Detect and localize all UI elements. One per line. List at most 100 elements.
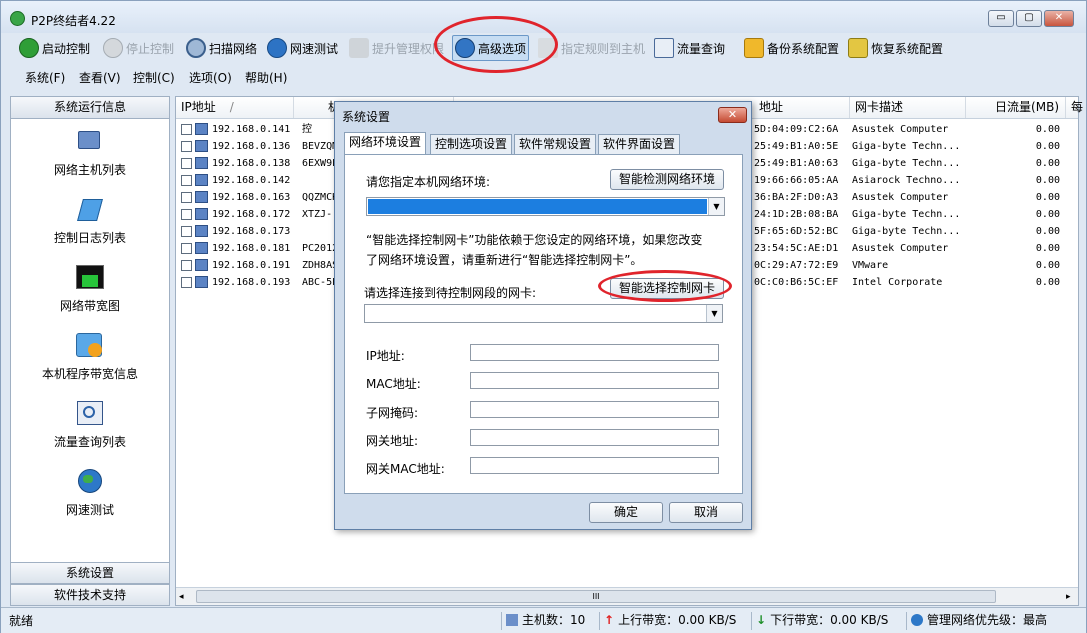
menu-control[interactable]: 控制(C) bbox=[133, 69, 175, 86]
mac-field[interactable] bbox=[470, 372, 719, 389]
tab-interface[interactable]: 软件界面设置 bbox=[598, 134, 681, 154]
scroll-thumb[interactable]: III bbox=[196, 590, 996, 603]
row-checkbox[interactable] bbox=[181, 209, 192, 220]
row-checkbox[interactable] bbox=[181, 226, 192, 237]
dropdown-arrow-icon[interactable]: ▼ bbox=[708, 198, 724, 215]
sidebar-item-label: 网络主机列表 bbox=[53, 163, 126, 177]
priority-globe-icon bbox=[911, 614, 923, 626]
cell-mac: 0C:29:A7:72:E9 bbox=[754, 260, 839, 271]
row-checkbox[interactable] bbox=[181, 175, 192, 186]
cell-traffic: 0.00 bbox=[1035, 175, 1060, 186]
up-arrow-icon: ↑ bbox=[604, 613, 615, 627]
nic-select[interactable]: ▼ bbox=[364, 304, 723, 323]
sidebar-item-label: 网络带宽图 bbox=[59, 299, 120, 313]
sidebar-item-label: 控制日志列表 bbox=[53, 231, 126, 245]
minimize-button[interactable]: ▭ bbox=[988, 10, 1014, 27]
mac-label: MAC地址: bbox=[366, 377, 421, 391]
toolbar-label: 流量查询 bbox=[677, 41, 726, 56]
computer-icon bbox=[195, 174, 208, 186]
start-control-button[interactable]: 启动控制 bbox=[17, 35, 92, 61]
cell-ip: 192.168.0.191 bbox=[212, 260, 291, 271]
scroll-left-arrow[interactable]: ◂ bbox=[179, 592, 184, 602]
cell-nic: Giga-byte Techn... bbox=[852, 226, 961, 237]
elevate-privilege-button[interactable]: 提升管理权限 bbox=[347, 35, 446, 61]
ip-field[interactable] bbox=[470, 344, 719, 361]
row-checkbox[interactable] bbox=[181, 192, 192, 203]
row-checkbox[interactable] bbox=[181, 141, 192, 152]
cell-ip: 192.168.0.138 bbox=[212, 158, 291, 169]
row-checkbox[interactable] bbox=[181, 243, 192, 254]
cancel-button[interactable]: 取消 bbox=[669, 502, 743, 523]
computer-icon bbox=[195, 225, 208, 237]
menu-view[interactable]: 查看(V) bbox=[79, 69, 121, 86]
row-checkbox[interactable] bbox=[181, 260, 192, 271]
ok-button[interactable]: 确定 bbox=[589, 502, 663, 523]
cell-nic: VMware bbox=[852, 260, 889, 271]
sidebar-footer-settings[interactable]: 系统设置 bbox=[11, 562, 169, 584]
dialog-close-button[interactable]: ✕ bbox=[718, 107, 747, 123]
sidebar-item-traffic-list[interactable]: 流量查询列表 bbox=[11, 399, 169, 450]
cell-ip: 192.168.0.193 bbox=[212, 277, 291, 288]
stop-icon bbox=[103, 38, 123, 58]
tab-network-env[interactable]: 网络环境设置 bbox=[344, 132, 427, 155]
cell-nic: Giga-byte Techn... bbox=[852, 158, 961, 169]
sidebar-item-speed-test[interactable]: 网速测试 bbox=[11, 467, 169, 518]
cell-nic: Asustek Computer bbox=[852, 243, 949, 254]
column-more[interactable]: 每 bbox=[1066, 97, 1083, 118]
gateway-field[interactable] bbox=[470, 429, 719, 446]
cell-ip: 192.168.0.136 bbox=[212, 141, 291, 152]
sidebar-item-host-list[interactable]: 网络主机列表 bbox=[11, 127, 169, 178]
column-mac[interactable]: 地址 bbox=[754, 97, 850, 118]
check-icon bbox=[19, 38, 39, 58]
horizontal-scrollbar[interactable]: ◂ III ▸ bbox=[176, 587, 1078, 605]
detect-network-button[interactable]: 智能检测网络环境 bbox=[610, 169, 724, 190]
status-priority: 管理网络优先级：最高 bbox=[906, 612, 1047, 630]
column-daily-traffic[interactable]: 日流量(MB) bbox=[966, 97, 1066, 118]
sidebar-item-control-log[interactable]: 控制日志列表 bbox=[11, 195, 169, 246]
column-ip[interactable]: IP地址 / bbox=[176, 97, 294, 118]
network-env-select[interactable]: ▼ bbox=[366, 197, 725, 216]
cell-ip: 192.168.0.173 bbox=[212, 226, 291, 237]
restore-config-button[interactable]: 恢复系统配置 bbox=[846, 35, 945, 61]
status-upload: ↑ 上行带宽：0.00 KB/S bbox=[599, 612, 736, 630]
backup-config-button[interactable]: 备份系统配置 bbox=[742, 35, 841, 61]
gateway-mac-field[interactable] bbox=[470, 457, 719, 474]
row-checkbox[interactable] bbox=[181, 277, 192, 288]
computer-icon bbox=[195, 276, 208, 288]
subnet-field[interactable] bbox=[470, 401, 719, 418]
computer-icon bbox=[195, 123, 208, 135]
menu-system[interactable]: 系统(F) bbox=[25, 69, 65, 86]
scroll-right-arrow[interactable]: ▸ bbox=[1066, 592, 1071, 602]
sidebar-footer-support[interactable]: 软件技术支持 bbox=[11, 584, 169, 606]
row-checkbox[interactable] bbox=[181, 158, 192, 169]
cell-traffic: 0.00 bbox=[1035, 192, 1060, 203]
cell-traffic: 0.00 bbox=[1035, 209, 1060, 220]
cell-ip: 192.168.0.142 bbox=[212, 175, 291, 186]
traffic-list-icon bbox=[74, 399, 106, 429]
cell-traffic: 0.00 bbox=[1035, 124, 1060, 135]
computer-icon bbox=[195, 157, 208, 169]
scan-network-button[interactable]: 扫描网络 bbox=[184, 35, 259, 61]
menu-help[interactable]: 帮助(H) bbox=[245, 69, 287, 86]
traffic-query-button[interactable]: 流量查询 bbox=[652, 35, 727, 61]
close-button[interactable]: ✕ bbox=[1044, 10, 1074, 27]
speed-test-button[interactable]: 网速测试 bbox=[265, 35, 340, 61]
tab-control-options[interactable]: 控制选项设置 bbox=[430, 134, 513, 154]
sidebar-item-program-bandwidth[interactable]: 本机程序带宽信息 bbox=[11, 331, 169, 382]
menu-options[interactable]: 选项(O) bbox=[189, 69, 232, 86]
dropdown-arrow-icon[interactable]: ▼ bbox=[706, 305, 722, 322]
nic-label: 请选择连接到待控制网段的网卡: bbox=[364, 286, 537, 300]
sidebar-item-bandwidth-chart[interactable]: 网络带宽图 bbox=[11, 263, 169, 314]
sidebar-item-label: 本机程序带宽信息 bbox=[41, 367, 138, 381]
row-checkbox[interactable] bbox=[181, 124, 192, 135]
column-nic[interactable]: 网卡描述 bbox=[850, 97, 966, 118]
maximize-button[interactable]: ▢ bbox=[1016, 10, 1042, 27]
shield-icon bbox=[349, 38, 369, 58]
bandwidth-chart-icon bbox=[74, 263, 106, 293]
menu-bar: 系统(F) 查看(V) 控制(C) 选项(O) 帮助(H) bbox=[9, 65, 1080, 89]
stop-control-button[interactable]: 停止控制 bbox=[101, 35, 176, 61]
env-label: 请您指定本机网络环境: bbox=[366, 175, 491, 189]
status-download: ↓ 下行带宽：0.00 KB/S bbox=[751, 612, 888, 630]
tab-general[interactable]: 软件常规设置 bbox=[514, 134, 597, 154]
cell-traffic: 0.00 bbox=[1035, 260, 1060, 271]
